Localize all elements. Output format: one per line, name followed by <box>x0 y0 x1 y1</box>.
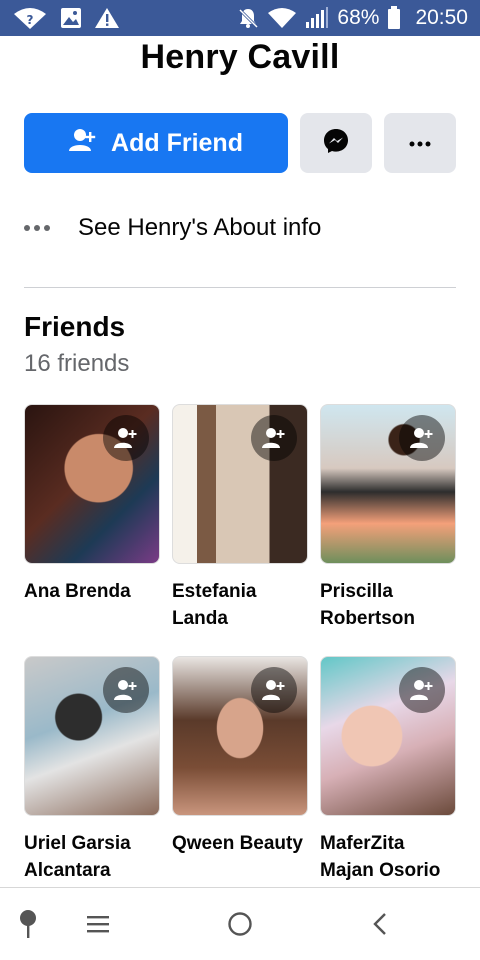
messenger-button[interactable] <box>300 113 372 173</box>
status-right-icons: 68% 20:50 <box>237 6 468 30</box>
profile-actions: Add Friend <box>24 113 456 173</box>
messenger-icon <box>323 128 349 159</box>
svg-text:?: ? <box>27 13 34 27</box>
friend-photo[interactable] <box>172 656 308 816</box>
mute-icon <box>237 7 259 29</box>
friend-name[interactable]: Ana Brenda <box>24 578 160 605</box>
friend-photo[interactable] <box>24 404 160 564</box>
warning-icon <box>94 7 120 29</box>
status-bar: ? 68% 20:50 <box>0 0 480 36</box>
back-icon[interactable] <box>362 906 398 942</box>
friend-photo[interactable] <box>320 404 456 564</box>
battery-percent: 68% <box>337 6 380 29</box>
friend-photo[interactable] <box>172 404 308 564</box>
menu-icon[interactable] <box>80 906 116 942</box>
add-friend-button[interactable]: Add Friend <box>24 113 288 173</box>
status-left-icons: ? <box>12 6 120 30</box>
friend-photo[interactable] <box>320 656 456 816</box>
image-icon <box>60 7 82 29</box>
navigation-bar <box>0 888 480 960</box>
friend-card[interactable]: Uriel Garsia Alcantara <box>24 656 160 884</box>
friend-card[interactable]: Qween Beauty <box>172 656 308 857</box>
friend-name[interactable]: MaferZita Majan Osorio <box>320 830 456 884</box>
friend-name[interactable]: Qween Beauty <box>172 830 308 857</box>
more-options-button[interactable] <box>384 113 456 173</box>
add-friend-icon[interactable] <box>103 667 149 713</box>
more-icon <box>409 134 431 152</box>
wifi-question-icon: ? <box>12 6 48 30</box>
add-friend-label: Add Friend <box>111 128 243 157</box>
battery-icon <box>387 6 401 30</box>
friend-name[interactable]: Estefania Landa <box>172 578 308 632</box>
add-friend-icon[interactable] <box>399 667 445 713</box>
profile-name: Henry Cavill <box>140 38 340 76</box>
about-info-label: See Henry's About info <box>78 214 322 241</box>
home-circle-icon[interactable] <box>222 906 258 942</box>
friend-card[interactable]: Estefania Landa <box>172 404 308 632</box>
friends-count: 16 friends <box>24 350 130 377</box>
add-person-icon <box>69 128 97 159</box>
friend-name[interactable]: Uriel Garsia Alcantara <box>24 830 160 884</box>
friend-name[interactable]: Priscilla Robertson <box>320 578 456 632</box>
clock: 20:50 <box>415 6 468 29</box>
signal-icon <box>305 7 329 29</box>
wifi-icon <box>267 7 297 29</box>
friend-card[interactable]: Ana Brenda <box>24 404 160 605</box>
section-divider <box>24 287 456 288</box>
add-friend-icon[interactable] <box>399 415 445 461</box>
friend-card[interactable]: MaferZita Majan Osorio <box>320 656 456 884</box>
add-friend-icon[interactable] <box>251 667 297 713</box>
add-friend-icon[interactable] <box>103 415 149 461</box>
pin-icon[interactable] <box>10 906 46 942</box>
more-dots-icon <box>24 225 54 231</box>
add-friend-icon[interactable] <box>251 415 297 461</box>
see-about-info-link[interactable]: See Henry's About info <box>24 206 456 250</box>
friend-photo[interactable] <box>24 656 160 816</box>
friends-heading[interactable]: Friends <box>24 311 125 343</box>
friend-card[interactable]: Priscilla Robertson <box>320 404 456 632</box>
